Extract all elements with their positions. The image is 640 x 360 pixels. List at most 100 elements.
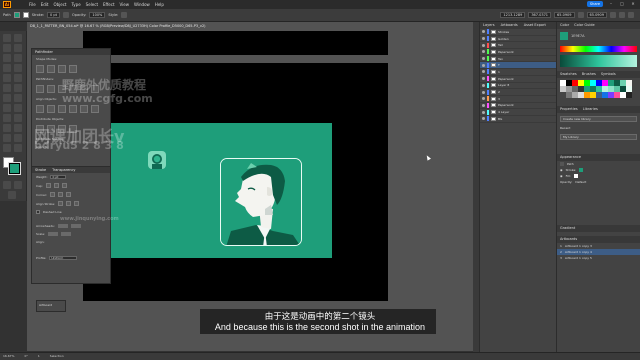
rotation-angle[interactable]: 0° bbox=[24, 353, 27, 360]
transform-icon[interactable] bbox=[619, 12, 625, 18]
swatch-chip[interactable] bbox=[620, 80, 626, 86]
rotate-tool-icon[interactable] bbox=[3, 94, 11, 102]
w-field[interactable]: 65.0909 bbox=[554, 12, 575, 18]
align-middle-icon[interactable] bbox=[80, 105, 88, 113]
swatch-chip[interactable] bbox=[578, 80, 584, 86]
scale-end-field[interactable] bbox=[61, 232, 72, 236]
layer-name[interactable]: Strokes bbox=[498, 30, 509, 34]
align-left-icon[interactable] bbox=[36, 105, 44, 113]
layer-name[interactable]: Paperwork bbox=[498, 77, 514, 81]
swatch-chip[interactable] bbox=[566, 80, 572, 86]
swatch-chip[interactable] bbox=[560, 80, 566, 86]
stroke-color-icon[interactable] bbox=[8, 162, 21, 175]
style-swatch-icon[interactable] bbox=[121, 12, 128, 18]
align-top-icon[interactable] bbox=[69, 105, 77, 113]
swatch-chip[interactable] bbox=[584, 92, 590, 98]
layer-row[interactable]: Paperwork bbox=[480, 49, 556, 56]
link-icon[interactable] bbox=[577, 12, 584, 18]
swatch-chip[interactable] bbox=[578, 92, 584, 98]
fill-swatch[interactable] bbox=[13, 12, 20, 18]
swatch-chip[interactable] bbox=[584, 86, 590, 92]
align-bottom-icon[interactable] bbox=[91, 105, 99, 113]
swatch-chip[interactable] bbox=[572, 80, 578, 86]
pen-tool-icon[interactable] bbox=[3, 54, 11, 62]
tab-properties[interactable]: Properties bbox=[560, 106, 578, 113]
scale-tool-icon[interactable] bbox=[14, 94, 22, 102]
screen-mode-icon[interactable] bbox=[14, 181, 22, 189]
swatch-chip[interactable] bbox=[590, 92, 596, 98]
align-stroke-center-icon[interactable] bbox=[58, 201, 64, 206]
artboard-tool-icon[interactable] bbox=[3, 144, 11, 152]
edit-toolbar-icon[interactable] bbox=[8, 191, 16, 199]
gradient-tool-icon[interactable] bbox=[14, 124, 22, 132]
butt-cap-icon[interactable] bbox=[45, 183, 51, 188]
menu-type[interactable]: Type bbox=[71, 2, 80, 7]
width-tool-icon[interactable] bbox=[3, 104, 11, 112]
artboard-name[interactable]: Artboard 1 copy 3 bbox=[565, 244, 592, 248]
tab-layers[interactable]: Layers bbox=[483, 22, 495, 29]
layer-row[interactable]: Paperwork bbox=[480, 76, 556, 83]
swatch-chip[interactable] bbox=[626, 92, 632, 98]
menu-window[interactable]: Window bbox=[134, 2, 150, 7]
magic-wand-tool-icon[interactable] bbox=[3, 44, 11, 52]
visibility-eye-icon[interactable] bbox=[482, 37, 485, 41]
visibility-eye-icon[interactable] bbox=[482, 90, 485, 94]
swatch-chip[interactable] bbox=[590, 80, 596, 86]
visibility-eye-icon[interactable] bbox=[482, 117, 485, 121]
shape-builder-tool-icon[interactable] bbox=[3, 114, 11, 122]
appearance-opacity-value[interactable]: Default bbox=[575, 180, 586, 184]
artboard-name[interactable]: Artboard 1 copy 4 bbox=[565, 250, 592, 254]
tab-brushes[interactable]: Brushes bbox=[582, 71, 596, 78]
direct-selection-tool-icon[interactable] bbox=[14, 34, 22, 42]
rectangle-tool-icon[interactable] bbox=[3, 74, 11, 82]
menu-object[interactable]: Object bbox=[53, 2, 66, 7]
layer-name[interactable]: Golden bbox=[498, 37, 509, 41]
layer-name[interactable]: BG bbox=[498, 117, 502, 121]
share-button[interactable]: Share bbox=[586, 1, 603, 7]
swatch-chip[interactable] bbox=[572, 86, 578, 92]
swatch-chip[interactable] bbox=[596, 92, 602, 98]
visibility-eye-icon[interactable] bbox=[482, 83, 485, 87]
avatar-thumbnail[interactable] bbox=[148, 151, 166, 169]
pencil-tool-icon[interactable] bbox=[3, 84, 11, 92]
round-join-icon[interactable] bbox=[58, 192, 64, 197]
zoom-level[interactable]: 16.67% bbox=[3, 353, 14, 360]
layer-name[interactable]: Tex bbox=[498, 57, 503, 61]
align-icon[interactable] bbox=[610, 12, 616, 18]
layer-name[interactable]: 3 bbox=[498, 97, 500, 101]
visibility-eye-icon[interactable] bbox=[482, 57, 485, 61]
eraser-tool-icon[interactable] bbox=[14, 84, 22, 92]
dashed-line-checkbox[interactable] bbox=[36, 210, 40, 214]
layer-row[interactable]: Tex bbox=[480, 56, 556, 63]
weight-field[interactable]: 0 pt bbox=[50, 175, 67, 179]
swatch-chip[interactable] bbox=[620, 86, 626, 92]
curvature-tool-icon[interactable] bbox=[14, 54, 22, 62]
selection-tool-icon[interactable] bbox=[3, 34, 11, 42]
swatch-chip[interactable] bbox=[560, 86, 566, 92]
create-library-button[interactable]: Create new library bbox=[560, 115, 637, 122]
intersect-icon[interactable] bbox=[58, 65, 66, 73]
swatch-chip[interactable] bbox=[590, 86, 596, 92]
line-tool-icon[interactable] bbox=[14, 64, 22, 72]
tab-color[interactable]: Color bbox=[560, 22, 569, 29]
tab-stroke[interactable]: Stroke bbox=[35, 167, 46, 173]
miter-join-icon[interactable] bbox=[50, 192, 56, 197]
artboard-row[interactable]: 3 Artboard 1 copy 5 bbox=[557, 255, 640, 261]
tab-libraries[interactable]: Libraries bbox=[583, 106, 598, 113]
swatch-chip[interactable] bbox=[620, 92, 626, 98]
artboard-name[interactable]: Artboard 1 copy 5 bbox=[565, 256, 592, 260]
layer-name[interactable]: Tail bbox=[498, 43, 503, 47]
swatch-chip[interactable] bbox=[596, 86, 602, 92]
swatch-chip[interactable] bbox=[614, 86, 620, 92]
tab-swatches[interactable]: Swatches bbox=[560, 71, 577, 78]
swatch-chip[interactable] bbox=[614, 92, 620, 98]
appearance-stroke-swatch[interactable] bbox=[579, 167, 584, 172]
align-center-icon[interactable] bbox=[47, 105, 55, 113]
layer-name[interactable]: 1 bbox=[498, 70, 500, 74]
swatch-chip[interactable] bbox=[566, 86, 572, 92]
layer-row[interactable]: 3 bbox=[480, 96, 556, 103]
menu-file[interactable]: File bbox=[29, 2, 36, 7]
current-fill-swatch[interactable] bbox=[560, 32, 568, 40]
layer-row[interactable]: Golden bbox=[480, 36, 556, 43]
h-field[interactable]: 65.0909 bbox=[586, 12, 607, 18]
